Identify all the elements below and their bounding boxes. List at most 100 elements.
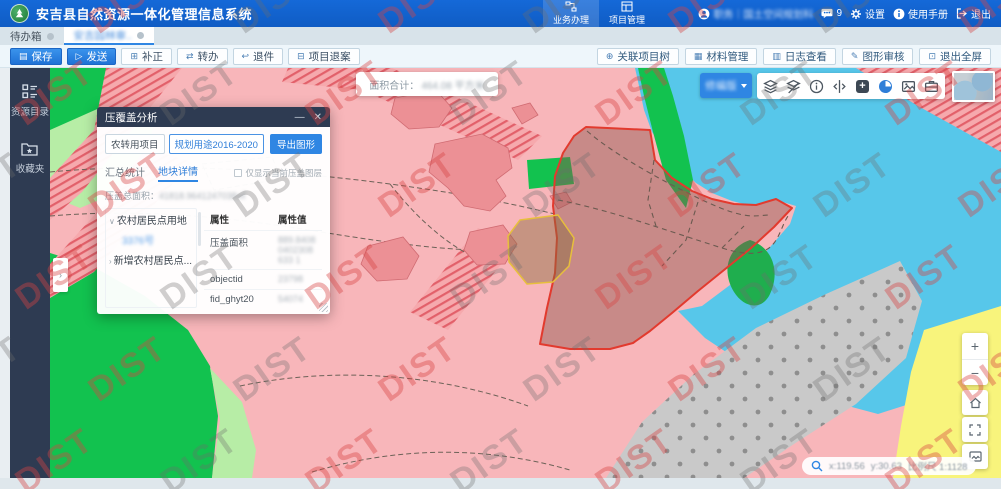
gear-icon — [850, 8, 862, 20]
dialog-resize-handle[interactable] — [319, 303, 328, 312]
exit-fullscreen-button[interactable]: ⊡退出全屏 — [919, 48, 991, 65]
export-graphic-button[interactable]: 导出图形 — [270, 134, 322, 154]
project-tree-icon: ⊕ — [606, 51, 614, 62]
total-covered-area: 压盖总面积：41818.9641247038㎡ — [105, 189, 322, 202]
tree-scrollbar[interactable] — [198, 212, 201, 246]
project-type-chip[interactable]: 农转用项目 — [105, 134, 165, 154]
save-button[interactable]: ▤保存 — [10, 48, 62, 65]
bottom-strip — [0, 478, 1001, 489]
statistics-button[interactable] — [874, 74, 897, 98]
return-item-button[interactable]: ↩退件 — [233, 48, 284, 65]
zoom-control: + − — [962, 333, 988, 385]
caret-down-icon: ∨ — [109, 217, 115, 226]
sidebar-item-favorites[interactable]: 收藏夹 — [16, 142, 45, 175]
favorites-icon — [21, 142, 38, 156]
nav-business-tab[interactable]: 业务办理 — [543, 0, 599, 27]
export-image-button[interactable] — [897, 74, 920, 98]
document-tab-bar: 待办箱 安吉园林审.. — [0, 27, 1001, 45]
dialog-filter-row: 农转用项目 规划用途2016-2020 导出图形 — [105, 134, 322, 154]
dialog-panes: ∨农村居民点用地 3376号 ›新增农村居民点... 属性 属性值 压盖面积 8… — [105, 208, 322, 308]
settings-button[interactable]: 设置 — [850, 6, 885, 21]
user-menu[interactable]: 职务｜国土空间规划科 — [698, 6, 813, 21]
home-extent-button[interactable] — [962, 390, 988, 415]
layers-edit-icon — [786, 79, 801, 94]
layers-edit-button[interactable] — [782, 74, 805, 98]
tree-child-parcel[interactable]: 3376号 — [122, 232, 194, 247]
overview-minimap[interactable] — [952, 71, 995, 102]
layer-tree: ∨农村居民点用地 3376号 ›新增农村居民点... — [105, 208, 197, 308]
tab-document[interactable]: 安吉园林审.. — [64, 27, 154, 45]
table-row[interactable]: objectid 23798 — [204, 270, 322, 290]
manual-button[interactable]: 使用手册 — [893, 6, 948, 21]
area-total-value: 464.08 平方米 — [421, 77, 484, 92]
dialog-body: 农转用项目 规划用途2016-2020 导出图形 汇总统计 地块详情 仅显示当前… — [97, 127, 330, 314]
swipe-button[interactable] — [828, 74, 851, 98]
info-circle-icon — [893, 8, 905, 20]
extent-corners-icon — [969, 424, 981, 436]
tab-summary-stats[interactable]: 汇总统计 — [105, 164, 145, 181]
dialog-tabs: 汇总统计 地块详情 仅显示当前压盖图层 — [105, 163, 322, 182]
user-name: 职务｜国土空间规划科 — [713, 6, 813, 21]
nav-project-tab[interactable]: 项目管理 — [599, 0, 655, 27]
table-row[interactable]: fid_ghyt20 54074 — [204, 290, 322, 308]
left-sidebar: 资源目录 收藏夹 — [10, 68, 50, 478]
tab-close-icon[interactable] — [137, 32, 144, 39]
tab-close-icon[interactable] — [47, 33, 54, 40]
total-covered-area-value: 41818.9641247038㎡ — [159, 191, 246, 201]
tab-inbox[interactable]: 待办箱 — [0, 27, 64, 45]
send-button[interactable]: ▷发送 — [67, 48, 117, 65]
zoom-in-button[interactable]: + — [962, 333, 988, 359]
log-view-button[interactable]: ▥日志查看 — [763, 48, 836, 65]
dialog-window-controls: — ✕ — [295, 112, 322, 123]
minimize-icon[interactable]: — — [295, 112, 305, 123]
return-icon: ↩ — [242, 51, 250, 62]
add-button[interactable]: + — [851, 74, 874, 98]
log-icon: ▥ — [772, 51, 781, 62]
user-avatar-icon — [698, 8, 710, 20]
header-right: 职务｜国土空间规划科 9 设置 使用手册 退出 — [698, 6, 991, 21]
project-case-return-button[interactable]: ⊟项目退案 — [288, 48, 360, 65]
project-tree-button[interactable]: ⊕关联项目树 — [597, 48, 679, 65]
tab-parcel-detail[interactable]: 地块详情 — [158, 163, 198, 182]
tree-node-rural-land[interactable]: ∨农村居民点用地 — [109, 212, 194, 227]
logout-button[interactable]: 退出 — [956, 6, 991, 21]
table-row[interactable]: 压盖面积 889.84080402308633 1 — [204, 231, 322, 270]
dialog-title: 压覆盖分析 — [105, 110, 158, 125]
table-header-row: 属性 属性值 — [204, 208, 322, 231]
layers-icon — [763, 79, 778, 94]
map-scale: 比例尺 1:1128 — [908, 459, 968, 473]
amend-icon: ⊞ — [130, 51, 138, 62]
sidebar-item-resource-catalog[interactable]: 资源目录 — [11, 84, 49, 118]
graphic-review-button[interactable]: ✎图形审核 — [842, 48, 914, 65]
plus-icon: + — [856, 80, 869, 93]
toolbox-button[interactable] — [920, 74, 943, 98]
map-tools-bar: + — [757, 73, 945, 99]
catalog-icon — [22, 84, 38, 99]
zoom-out-button[interactable]: − — [962, 359, 988, 385]
review-icon: ✎ — [851, 51, 859, 62]
attribute-table: 属性 属性值 压盖面积 889.84080402308633 1 objecti… — [204, 208, 322, 308]
identify-button[interactable] — [805, 74, 828, 98]
coordinate-x: x:119.56 — [829, 461, 865, 472]
tree-node-new-rural[interactable]: ›新增农村居民点... — [109, 252, 194, 267]
caret-right-icon: › — [109, 257, 112, 266]
app-logo-icon — [10, 4, 29, 23]
layers-button[interactable] — [759, 74, 782, 98]
plan-select-chip[interactable]: 规划用途2016-2020 — [169, 134, 264, 154]
only-current-layer-checkbox[interactable]: 仅显示当前压盖图层 — [234, 167, 322, 179]
messages-button[interactable]: 9 — [821, 8, 842, 20]
home-icon — [969, 397, 982, 409]
amend-button[interactable]: ⊞补正 — [121, 48, 172, 65]
toolbox-icon — [924, 79, 939, 94]
close-icon[interactable]: ✕ — [314, 112, 322, 123]
dialog-titlebar[interactable]: 压覆盖分析 — ✕ — [97, 107, 330, 127]
transfer-button[interactable]: ⇄转办 — [177, 48, 228, 65]
left-gutter — [0, 68, 10, 478]
full-extent-button[interactable] — [962, 417, 988, 442]
swipe-icon — [832, 79, 847, 94]
panel-expander-handle[interactable]: › — [53, 258, 68, 292]
basemap-dropdown[interactable]: 修编版 — [700, 73, 752, 98]
material-manage-button[interactable]: ▦材料管理 — [685, 48, 758, 65]
search-icon[interactable] — [811, 460, 823, 472]
business-icon — [565, 1, 577, 12]
